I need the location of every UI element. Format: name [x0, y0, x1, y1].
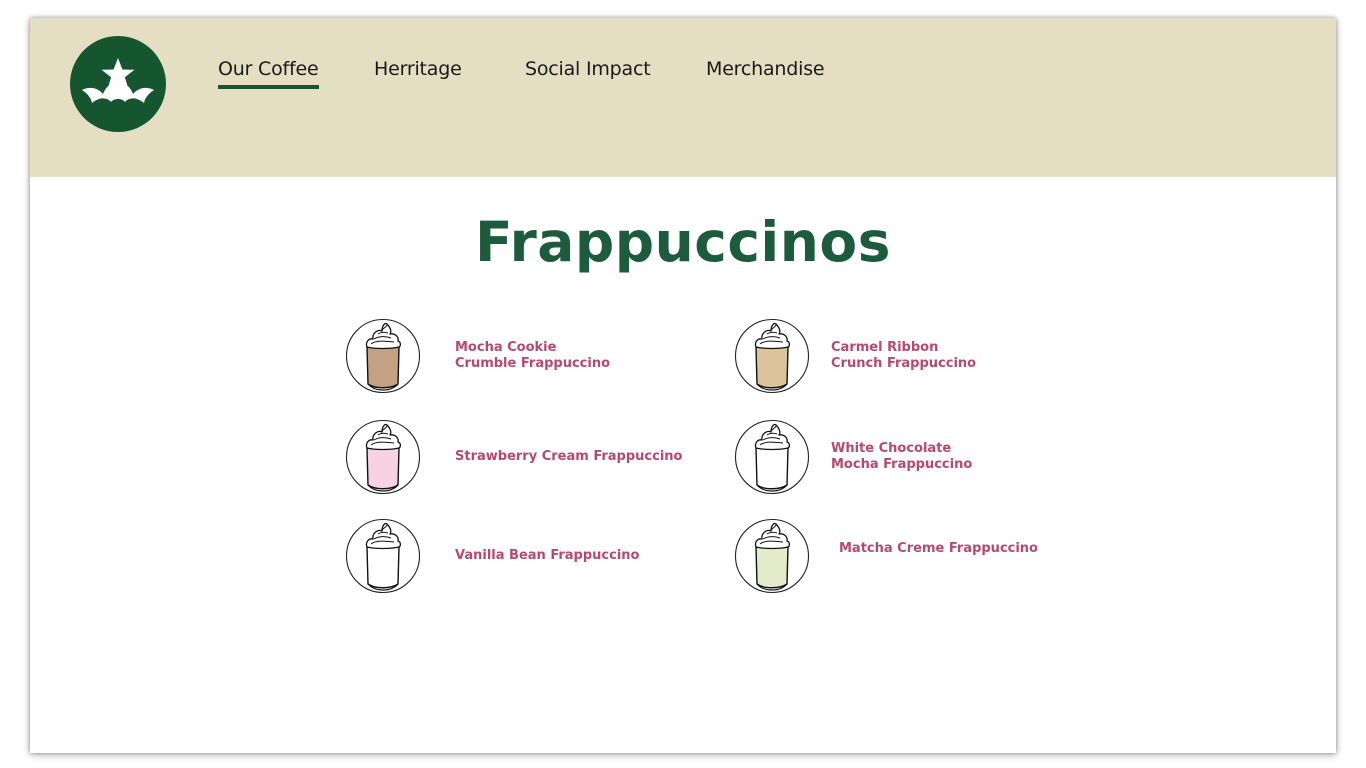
app-window: Our Coffee Herritage Social Impact Merch… [30, 18, 1336, 753]
drink-item-mocha-cookie-crumble[interactable]: Mocha Cookie Crumble Frappuccino [345, 318, 685, 394]
drink-label: Carmel Ribbon Crunch Frappuccino [831, 318, 976, 394]
drink-label-line: Crumble Frappuccino [455, 356, 611, 371]
frappuccino-cup-icon [734, 419, 810, 495]
nav-herritage[interactable]: Herritage [374, 58, 462, 80]
frappuccino-cup-icon [345, 419, 421, 495]
brand-logo[interactable] [70, 36, 166, 132]
nav-merchandise[interactable]: Merchandise [706, 58, 825, 80]
frappuccino-cup-icon [734, 518, 810, 594]
frappuccino-cup-icon [345, 318, 421, 394]
nav-social-impact[interactable]: Social Impact [525, 58, 651, 80]
drink-label-line: Strawberry Cream Frappuccino [455, 449, 683, 464]
drink-label-line: Matcha Creme Frappuccino [839, 541, 1038, 556]
drink-label: White Chocolate Mocha Frappuccino [831, 419, 972, 495]
drink-item-white-chocolate-mocha[interactable]: White Chocolate Mocha Frappuccino [734, 419, 1074, 495]
drink-label: Vanilla Bean Frappuccino [455, 518, 639, 594]
drink-item-vanilla-bean[interactable]: Vanilla Bean Frappuccino [345, 518, 685, 594]
nav-our-coffee[interactable]: Our Coffee [218, 58, 319, 89]
frappuccino-cup-icon [345, 518, 421, 594]
crown-star-logo-icon [82, 58, 154, 103]
drink-label: Strawberry Cream Frappuccino [455, 419, 682, 495]
drink-label-line: Mocha Cookie [455, 340, 557, 355]
page-title: Frappuccinos [475, 210, 891, 274]
drink-item-matcha-creme[interactable]: Matcha Creme Frappuccino [734, 518, 1074, 594]
drink-item-strawberry-cream[interactable]: Strawberry Cream Frappuccino [345, 419, 705, 495]
drink-item-carmel-ribbon-crunch[interactable]: Carmel Ribbon Crunch Frappuccino [734, 318, 1074, 394]
frappuccino-cup-icon [734, 318, 810, 394]
drink-label: Matcha Creme Frappuccino [839, 511, 1038, 587]
drink-label-line: Mocha Frappuccino [831, 457, 973, 472]
drink-label: Mocha Cookie Crumble Frappuccino [455, 318, 610, 394]
site-header: Our Coffee Herritage Social Impact Merch… [30, 18, 1336, 177]
drink-label-line: Vanilla Bean Frappuccino [455, 548, 640, 563]
drink-label-line: White Chocolate [831, 441, 952, 456]
drink-label-line: Carmel Ribbon [831, 340, 939, 355]
drink-label-line: Crunch Frappuccino [831, 356, 977, 371]
